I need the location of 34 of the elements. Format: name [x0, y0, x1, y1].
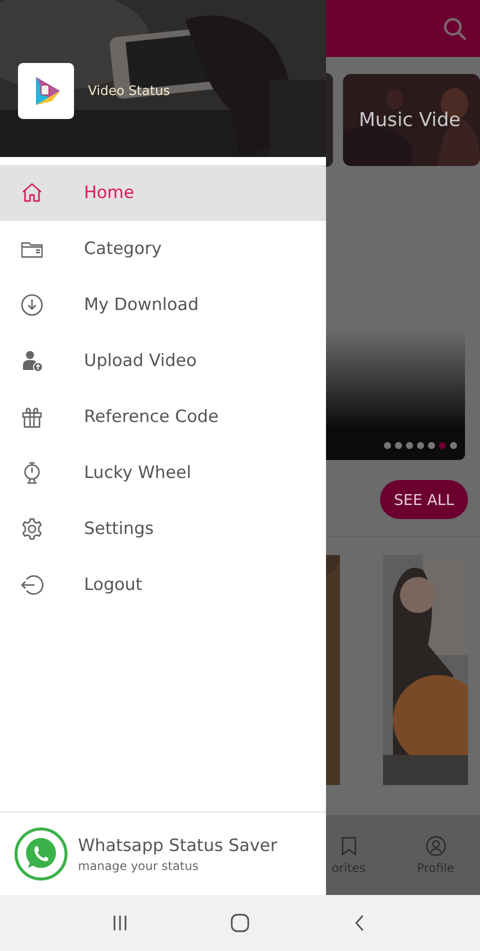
logout-icon	[20, 573, 44, 597]
gift-icon	[20, 405, 44, 429]
menu-item[interactable]: Home	[0, 165, 326, 221]
menu-item[interactable]: Reference Code	[0, 389, 326, 445]
carousel-dot[interactable]	[384, 442, 391, 449]
menu-item[interactable]: My Download	[0, 277, 326, 333]
menu-item[interactable]: Category	[0, 221, 326, 277]
app-logo	[18, 63, 74, 119]
chat-phone-icon	[14, 827, 68, 881]
menu-item[interactable]: Upload Video	[0, 333, 326, 389]
profile-icon	[424, 835, 447, 857]
video-card[interactable]	[326, 73, 333, 167]
carousel-dot[interactable]	[450, 442, 457, 449]
see-all-button[interactable]: SEE ALL	[380, 480, 468, 519]
promo-subtitle: manage your status	[78, 858, 200, 872]
card-title: Music Vide	[358, 109, 461, 131]
promo-title: Whatsapp Status Saver	[78, 836, 278, 856]
menu-item[interactable]: Lucky Wheel	[0, 445, 326, 501]
category-card[interactable]: Music Vide	[342, 74, 480, 166]
search-icon[interactable]	[442, 16, 468, 42]
carousel-banner[interactable]	[326, 330, 465, 460]
carousel-dot[interactable]	[395, 442, 402, 449]
carousel-dot[interactable]	[417, 442, 424, 449]
menu-item[interactable]: Logout	[0, 557, 326, 613]
download-icon	[20, 293, 44, 317]
app-name: Video Status	[88, 84, 170, 98]
settings-icon	[20, 517, 44, 541]
carousel-dot[interactable]	[428, 442, 435, 449]
user-upload-icon	[20, 349, 44, 373]
home-icon	[20, 181, 44, 205]
home-button-icon[interactable]	[229, 912, 251, 934]
menu-item[interactable]: Settings	[0, 501, 326, 557]
carousel-dot[interactable]	[406, 442, 413, 449]
carousel-dot[interactable]	[439, 442, 446, 449]
